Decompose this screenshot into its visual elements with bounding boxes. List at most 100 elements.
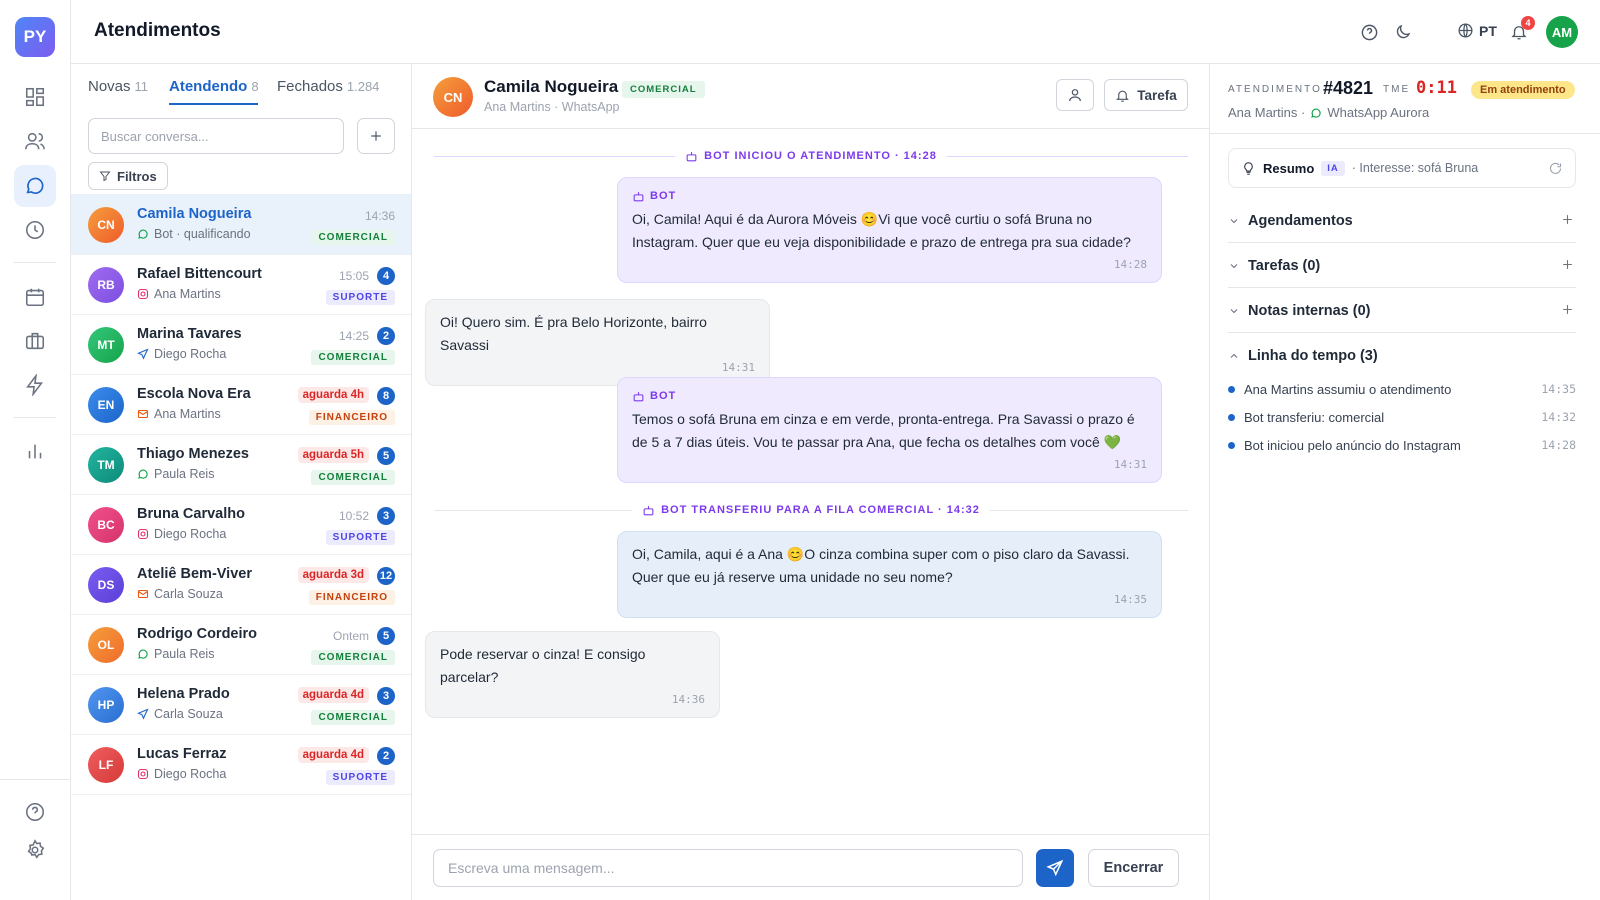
unread-count: 5 [377,447,395,465]
message-sender: BOT [650,190,677,202]
close-conversation-button[interactable]: Encerrar [1088,849,1179,887]
wait-badge: aguarda 3d [297,567,369,583]
nav-settings[interactable] [14,829,56,871]
bot-message: BOT Temos o sofá Bruna em cinza e em ver… [617,377,1162,483]
theme-toggle[interactable] [1393,22,1413,42]
unread-count: 2 [377,747,395,765]
contact-name: Bruna Carvalho [137,506,245,522]
subtitle-text: Diego Rocha [154,767,227,781]
nav-automation[interactable] [14,364,56,406]
timeline-item: Bot iniciou pelo anúncio do Instagram 14:… [1228,435,1576,455]
conversation-subtitle: Paula Reis [137,467,214,481]
active-tab-indicator [169,103,258,105]
dashboard-icon [25,87,45,107]
conversation-item[interactable]: RB Rafael Bittencourt Ana Martins 4 15:05 SUP… [71,254,411,315]
lightbulb-icon [1244,161,1253,175]
tab-fechados[interactable]: Fechados 1.284 [277,78,379,95]
nav-briefcase[interactable] [14,320,56,362]
nav-history[interactable] [14,209,56,251]
status-badge: Em atendimento [1471,81,1575,99]
conversation-item[interactable]: MT Marina Tavares Diego Rocha 2 14:25 COMERCI… [71,314,411,375]
bot-start-separator: BOT INICIOU O ATENDIMENTO · 14:28 [434,149,1188,163]
new-conversation-button[interactable] [357,118,395,154]
subtitle-text: Paula Reis [154,467,215,481]
user-avatar[interactable]: AM [1546,16,1578,48]
nav-rail: PY [0,0,71,900]
unread-count: 4 [377,267,395,285]
unread-count: 5 [377,627,395,645]
chat-header: CN Camila Nogueira COMERCIAL Ana Martins… [412,64,1209,129]
nav-calendar[interactable] [14,276,56,318]
timeline-text: Ana Martins assumiu o atendimento [1244,381,1452,397]
section-linha-do-tempo[interactable]: Linha do tempo (3) [1228,334,1576,378]
conversation-subtitle: Diego Rocha [137,767,226,781]
tab-atendendo[interactable]: Atendendo 8 [169,78,259,95]
nav-dashboard[interactable] [14,76,56,118]
plus-icon[interactable] [1561,213,1574,226]
nav-chat[interactable] [14,165,56,207]
telegram-icon [137,348,149,360]
subtitle-text: Ana Martins [154,407,221,421]
search-input[interactable] [88,118,344,154]
tab-novas[interactable]: Novas 11 [88,78,148,95]
contact-name: Helena Prado [137,686,230,702]
briefcase-icon [25,332,45,350]
bot-message: BOT Oi, Camila! Aqui é da Aurora Móveis … [617,177,1162,283]
contact-avatar: EN [88,387,124,423]
nav-help[interactable] [14,791,56,833]
queue-tag: COMERCIAL [311,230,395,245]
queue-tag: COMERCIAL [311,350,395,365]
section-agendamentos[interactable]: Agendamentos [1228,199,1576,243]
section-tarefas[interactable]: Tarefas (0) [1228,244,1576,288]
conversation-item[interactable]: OL Rodrigo Cordeiro Paula Reis 5 Ontem COMERC… [71,614,411,675]
wait-badge: aguarda 5h [297,447,369,463]
section-notas-internas[interactable]: Notas internas (0) [1228,289,1576,333]
task-button[interactable]: Tarefa [1104,79,1188,111]
queue-tag: COMERCIAL [311,710,395,725]
conversation-item[interactable]: TM Thiago Menezes Paula Reis 5 aguarda 5h COM… [71,434,411,495]
conversation-item[interactable]: HP Helena Prado Carla Souza 3 aguarda 4d COME… [71,674,411,735]
language-selector[interactable]: PT [1457,22,1497,39]
contact-avatar: OL [88,627,124,663]
conversation-item[interactable]: LF Lucas Ferraz Diego Rocha 2 aguarda 4d SUPO… [71,734,411,795]
app-logo[interactable]: PY [15,17,55,57]
message-text: Oi! Quero sim. É pra Belo Horizonte, bai… [440,314,707,353]
help-icon [1361,24,1377,40]
unread-count: 3 [377,687,395,705]
conversation-time: 15:05 [338,269,369,283]
unread-count: 12 [377,567,395,585]
history-icon [25,220,45,240]
nav-reports[interactable] [14,430,56,472]
ai-summary-card[interactable]: Resumo IA · Interesse: sofá Bruna [1228,148,1576,188]
conversation-item[interactable]: DS Ateliê Bem-Viver Carla Souza 12 aguarda 3… [71,554,411,615]
user-icon [1069,89,1081,102]
timeline-text: Bot transferiu: comercial [1244,409,1385,425]
conversation-item[interactable]: BC Bruna Carvalho Diego Rocha 3 10:52 SUPORTE [71,494,411,555]
contact-queue-tag: COMERCIAL [622,81,705,98]
message-input[interactable] [433,849,1023,887]
message-text: Temos o sofá Bruna em cinza e em verde, … [632,411,1135,450]
conversation-item[interactable]: EN Escola Nova Era Ana Martins 8 aguarda 4h F… [71,374,411,435]
assign-agent-button[interactable] [1056,79,1094,111]
conversation-list-panel: Novas11 Atendendo8 Fechados1.284 Filtros… [71,64,412,900]
conversation-item[interactable]: CN Camila Nogueira Bot · qualificando 14:36… [71,194,411,255]
nav-contacts[interactable] [14,120,56,162]
help-button[interactable] [1359,22,1379,42]
page-title: Atendimentos [94,20,221,41]
filters-button[interactable]: Filtros [88,162,168,190]
tab-count: 11 [134,79,149,94]
queue-tag: SUPORTE [325,530,395,545]
bot-icon [686,151,697,161]
contact-avatar: TM [88,447,124,483]
transfer-separator: BOT TRANSFERIU PARA A FILA COMERCIAL · 1… [434,503,1188,517]
plus-icon[interactable] [1561,258,1574,271]
channel-name: WhatsApp Aurora [1327,105,1430,120]
instagram-icon [137,528,149,540]
conversation-subtitle: Diego Rocha [137,347,226,361]
refresh-icon[interactable] [1548,161,1563,176]
telegram-icon [137,708,149,720]
plus-icon[interactable] [1561,303,1574,316]
timeline-item: Bot transferiu: comercial 14:32 [1228,407,1576,427]
instagram-icon [137,768,149,780]
send-button[interactable] [1036,849,1074,887]
